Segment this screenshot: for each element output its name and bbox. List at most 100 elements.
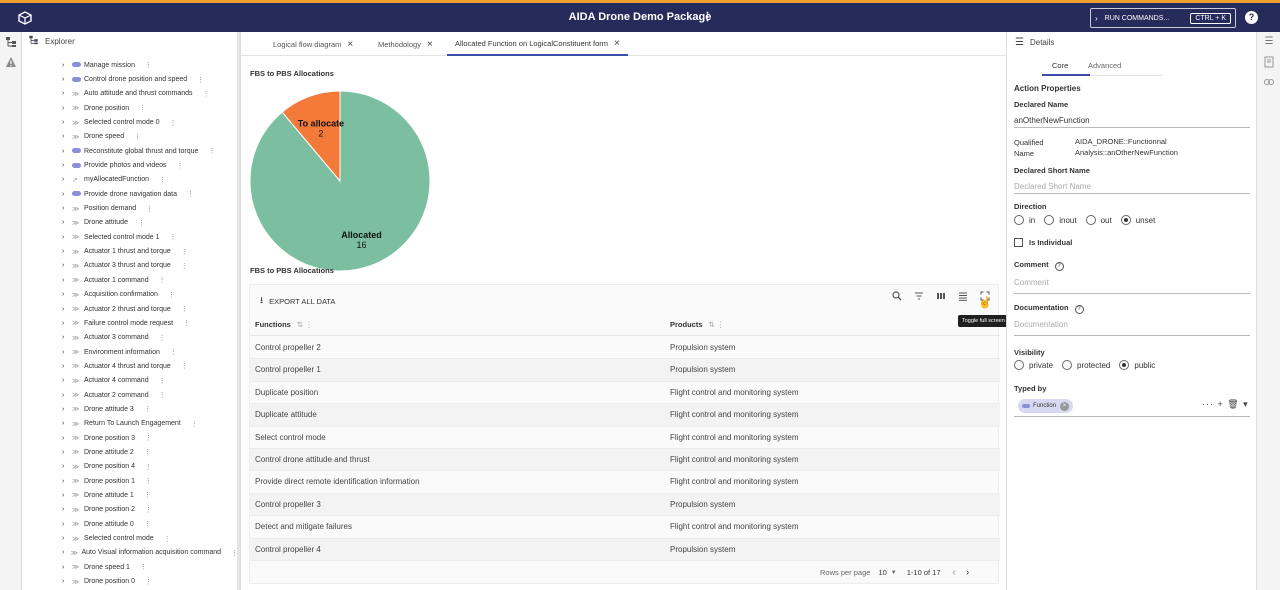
chevron-right-icon[interactable]: › [62,449,72,456]
is-individual-checkbox[interactable]: Is Individual [1014,238,1072,247]
more-icon[interactable]: ⋮ [159,176,166,184]
tree-item[interactable]: › ≫ Actuator 1 command ⋮ [22,273,238,287]
more-icon[interactable]: ⋮ [159,334,166,342]
document-icon[interactable] [1263,56,1275,71]
tree-item[interactable]: › ≫ Return To Launch Engagement ⋮ [22,417,238,431]
radio-out[interactable] [1085,215,1096,225]
more-icon[interactable]: ⋮ [170,233,177,241]
columns-icon[interactable] [930,291,952,305]
comment-input[interactable]: Comment [1014,278,1049,287]
tree-item[interactable]: › ≫ Actuator 4 thrust and torque ⋮ [22,359,238,373]
chevron-right-icon[interactable]: › [62,435,72,442]
tab-core[interactable]: Core [1052,61,1068,70]
help-circle-icon[interactable]: ? [1054,262,1064,271]
close-icon[interactable]: × [427,39,433,50]
more-icon[interactable]: ⋮ [177,162,184,170]
tab-advanced[interactable]: Advanced [1088,61,1121,70]
column-header-functions[interactable]: Functions ⇅ ⋮ [255,320,313,329]
tab-logical-flow-diagram[interactable]: Logical flow diagram × [273,32,353,56]
sort-icon[interactable]: ⇅ ⋮ [709,320,725,329]
tree-item[interactable]: › ≫ Drone attitude ⋮ [22,216,238,230]
next-page-icon[interactable]: › [966,567,969,578]
chevron-right-icon[interactable]: › [62,334,72,341]
chevron-right-icon[interactable]: › [62,420,72,427]
more-icon[interactable]: ⋮ [134,133,141,141]
chevron-right-icon[interactable]: › [62,162,72,169]
tree-item[interactable]: › Provide drone navigation data ⋮ [22,187,238,201]
radio-inout[interactable] [1044,215,1055,225]
chevron-right-icon[interactable]: › [62,234,72,241]
more-icon[interactable]: ⋮ [168,291,175,299]
tree-item[interactable]: › ≫ Drone position 0 ⋮ [22,574,238,588]
tree-item[interactable]: › ≫ Acquisition confirmation ⋮ [22,288,238,302]
chevron-right-icon[interactable]: › [62,478,72,485]
more-icon[interactable]: ⋮ [181,305,188,313]
tree-item[interactable]: › ≫ Selected control mode ⋮ [22,531,238,545]
chevron-right-icon[interactable]: › [62,248,72,255]
chevron-right-icon[interactable]: › [62,62,72,69]
chevron-right-icon[interactable]: › [62,90,72,97]
table-row[interactable]: Control propeller 2 Propulsion system [250,337,1000,360]
chevron-right-icon[interactable]: › [62,205,72,212]
more-icon[interactable]: ⋮ [145,477,152,485]
chevron-right-icon[interactable]: › [62,105,72,112]
more-icon[interactable]: ⋮ [145,506,152,514]
chevron-right-icon[interactable]: › [62,76,72,83]
chevron-right-icon[interactable]: › [62,119,72,126]
chevron-right-icon[interactable]: › [62,320,72,327]
tree-item[interactable]: › ≫ Selected control mode 0 ⋮ [22,115,238,129]
tree-item[interactable]: › ≫ Drone position ⋮ [22,101,238,115]
table-row[interactable]: Control propeller 3 Propulsion system [250,493,1000,517]
radio-unset[interactable] [1120,215,1131,225]
chevron-right-icon[interactable]: › [62,578,72,585]
more-icon[interactable]: ⋮ [183,319,190,327]
tree-item[interactable]: › ≫ Actuator 1 thrust and torque ⋮ [22,244,238,258]
chevron-right-icon[interactable]: › [62,262,72,269]
more-icon[interactable]: ⋮ [181,262,188,270]
chevron-right-icon[interactable]: › [62,549,71,556]
table-row[interactable]: Duplicate attitude Flight control and mon… [250,404,1000,427]
table-row[interactable]: Select control mode Flight control and mo… [250,427,1000,449]
tab-methodology[interactable]: Methodology × [378,32,433,56]
chevron-right-icon[interactable]: › [62,191,72,198]
column-header-products[interactable]: Products ⇅ ⋮ [670,320,724,329]
tree-item[interactable]: › ≫ Actuator 2 thrust and torque ⋮ [22,302,238,316]
tree-item[interactable]: › ≫ Auto Visual information acquisition co… [22,546,238,560]
more-icon[interactable]: ⋮ [139,104,146,112]
documentation-input[interactable]: Documentation [1014,320,1068,329]
tab-allocated-function-form[interactable]: Allocated Function on LogicalConstituent… [447,32,628,56]
more-icon[interactable]: ⋮ [145,463,152,471]
previous-page-icon[interactable]: ‹ [953,567,956,578]
tree-item[interactable]: › ≫ Actuator 3 thrust and torque ⋮ [22,259,238,273]
help-circle-icon[interactable]: ? [1074,305,1084,314]
more-icon[interactable]: ⋮ [191,420,198,428]
chevron-right-icon[interactable]: › [62,219,72,226]
tree-item[interactable]: › ≫ Drone speed ⋮ [22,130,238,144]
typed-by-chip[interactable]: Function × [1018,399,1074,413]
more-icon[interactable]: ⋮ [164,535,171,543]
rows-per-page-select[interactable]: 10 [878,568,886,577]
tree-item[interactable]: › Provide photos and videos ⋮ [22,158,238,172]
more-icon[interactable]: ⋮ [138,219,145,227]
tree-item[interactable]: › ≫ Drone attitude 3 ⋮ [22,402,238,416]
more-icon[interactable]: ⋮ [146,205,153,213]
remove-icon[interactable]: × [1060,401,1070,411]
chevron-right-icon[interactable]: › [62,521,72,528]
chevron-right-icon[interactable]: › [62,492,72,499]
more-icon[interactable]: ⋮ [144,520,151,528]
chevron-right-icon[interactable]: › [62,176,72,183]
menu-icon[interactable]: ☰ [1015,37,1024,48]
chevron-right-icon[interactable]: › [62,148,72,155]
table-row[interactable]: Duplicate position Flight control and mon… [250,382,1000,405]
table-row[interactable]: Detect and mitigate failures Flight contr… [250,516,1000,539]
radio-protected[interactable] [1062,360,1073,370]
tree-item[interactable]: › Control drone position and speed ⋮ [22,72,238,86]
more-icon[interactable]: ⋮ [159,377,166,385]
caret-down-icon[interactable]: ▼ [891,570,897,576]
table-row[interactable]: Provide direct remote identification inf… [250,471,1000,494]
tree-item[interactable]: › ≫ Drone position 4 ⋮ [22,460,238,474]
sort-icon[interactable]: ⇅ ⋮ [297,320,313,329]
tree-item[interactable]: › ≫ Drone position 3 ⋮ [22,431,238,445]
tree-item[interactable]: › ≫ Drone position 2 ⋮ [22,503,238,517]
more-icon[interactable]: ⋮ [170,119,177,127]
